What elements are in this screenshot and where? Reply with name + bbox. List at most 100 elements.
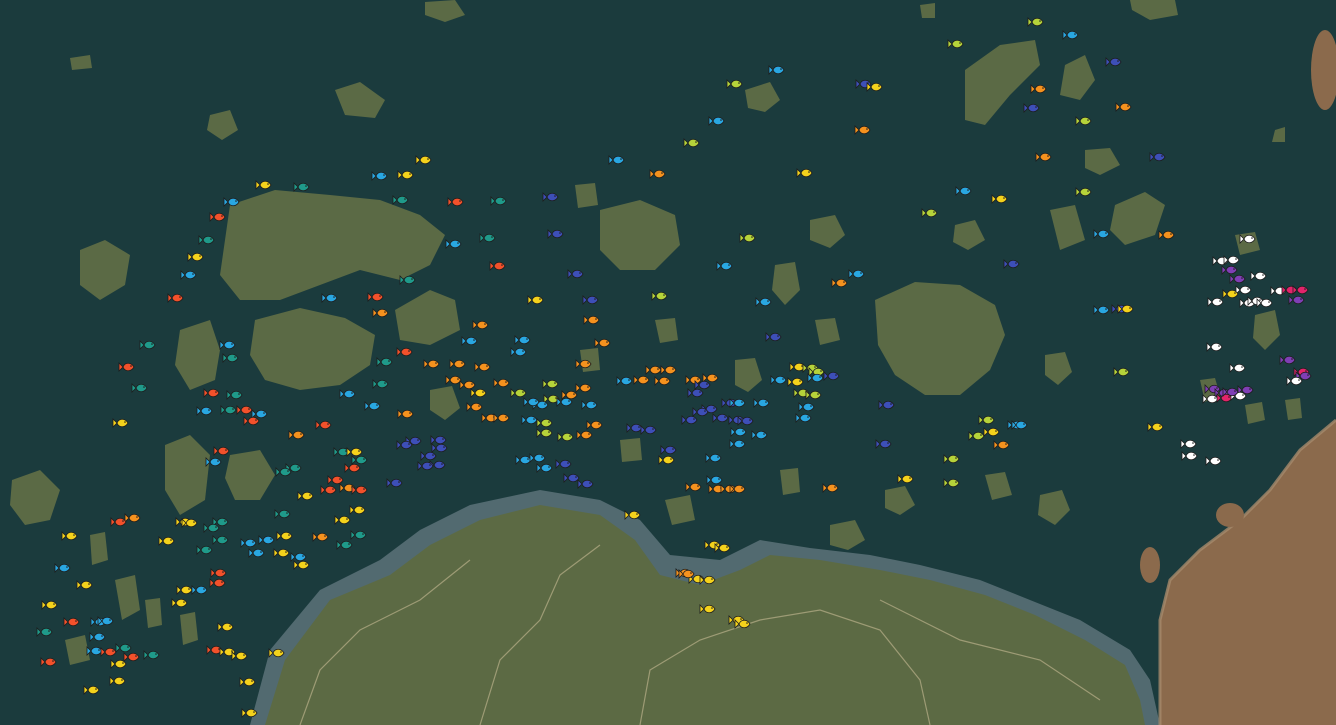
fishing-spot-marker[interactable] [822,483,839,493]
fishing-spot-marker[interactable] [739,233,756,243]
fishing-spot-marker[interactable] [649,169,666,179]
fishing-spot-marker[interactable] [274,509,291,519]
fishing-spot-marker[interactable] [640,425,657,435]
fishing-spot-marker[interactable] [1202,394,1219,404]
fishing-spot-marker[interactable] [1075,187,1092,197]
fishing-spot-marker[interactable] [753,398,770,408]
fishing-spot-marker[interactable] [293,182,310,192]
fishing-spot-marker[interactable] [351,455,368,465]
fishing-spot-marker[interactable] [392,195,409,205]
fishing-spot-marker[interactable] [521,415,538,425]
fishing-spot-marker[interactable] [523,397,540,407]
fishing-spot-marker[interactable] [576,430,593,440]
fishing-spot-marker[interactable] [430,435,447,445]
fishing-spot-marker[interactable] [275,467,292,477]
fishing-spot-marker[interactable] [493,378,510,388]
fishing-spot-marker[interactable] [510,347,527,357]
fishing-spot-marker[interactable] [40,657,57,667]
fishing-spot-marker[interactable] [755,297,772,307]
fishing-spot-marker[interactable] [1207,297,1224,307]
fishing-spot-marker[interactable] [350,530,367,540]
fishing-spot-marker[interactable] [705,453,722,463]
fishing-spot-marker[interactable] [787,377,804,387]
fishing-spot-marker[interactable] [397,409,414,419]
fishing-spot-marker[interactable] [258,535,275,545]
fishing-spot-marker[interactable] [1286,376,1303,386]
fishing-spot-marker[interactable] [848,269,865,279]
fishing-spot-marker[interactable] [1115,102,1132,112]
fishing-spot-marker[interactable] [209,212,226,222]
fishing-spot-marker[interactable] [367,292,384,302]
fishing-spot-marker[interactable] [83,685,100,695]
fishing-spot-marker[interactable] [191,585,208,595]
fishing-spot-marker[interactable] [290,552,307,562]
fishing-spot-marker[interactable] [943,478,960,488]
fishing-spot-marker[interactable] [1229,274,1246,284]
fishing-spot-marker[interactable] [1003,259,1020,269]
fishing-spot-marker[interactable] [651,291,668,301]
fishing-spot-marker[interactable] [542,192,559,202]
fishing-spot-marker[interactable] [236,405,253,415]
fishing-spot-marker[interactable] [875,439,892,449]
fishing-spot-marker[interactable] [222,353,239,363]
fishing-spot-marker[interactable] [76,580,93,590]
fishing-spot-marker[interactable] [1093,229,1110,239]
fishing-spot-marker[interactable] [751,430,768,440]
fishing-spot-marker[interactable] [346,447,363,457]
fishing-spot-marker[interactable] [1093,305,1110,315]
fishing-spot-marker[interactable] [415,155,432,165]
fishing-spot-marker[interactable] [854,125,871,135]
fishing-spot-marker[interactable] [798,402,815,412]
fishing-spot-marker[interactable] [445,239,462,249]
fishing-spot-marker[interactable] [112,418,129,428]
fishing-spot-marker[interactable] [510,388,527,398]
fishing-spot-marker[interactable] [187,252,204,262]
fishing-spot-marker[interactable] [198,235,215,245]
fishing-spot-marker[interactable] [567,269,584,279]
fishing-spot-marker[interactable] [321,293,338,303]
fishing-spot-marker[interactable] [212,535,229,545]
fishing-spot-marker[interactable] [514,335,531,345]
fishing-spot-marker[interactable] [417,461,434,471]
fishing-spot-marker[interactable] [431,443,448,453]
fishing-spot-marker[interactable] [293,560,310,570]
fishing-spot-marker[interactable] [217,622,234,632]
fishing-spot-marker[interactable] [654,376,671,386]
fishing-spot-marker[interactable] [1222,289,1239,299]
fishing-spot-marker[interactable] [685,375,702,385]
fishing-spot-marker[interactable] [115,643,132,653]
fishing-spot-marker[interactable] [991,194,1008,204]
fishing-spot-marker[interactable] [594,338,611,348]
fishing-spot-marker[interactable] [660,365,677,375]
fishing-spot-marker[interactable] [823,371,840,381]
fishing-spot-marker[interactable] [1235,285,1252,295]
fishing-spot-marker[interactable] [765,332,782,342]
fishing-spot-marker[interactable] [336,540,353,550]
fishing-spot-marker[interactable] [1288,295,1305,305]
fishing-spot-marker[interactable] [626,423,643,433]
fishing-spot-marker[interactable] [993,440,1010,450]
fishing-spot-marker[interactable] [660,445,677,455]
fishing-spot-marker[interactable] [459,380,476,390]
fishing-spot-marker[interactable] [730,427,747,437]
fishing-spot-marker[interactable] [110,659,127,669]
fishing-spot-marker[interactable] [248,548,265,558]
fishing-spot-marker[interactable] [527,295,544,305]
fishing-spot-marker[interactable] [312,532,329,542]
fishing-spot-marker[interactable] [1239,234,1256,244]
fishing-spot-marker[interactable] [423,359,440,369]
fishing-spot-marker[interactable] [123,652,140,662]
fishing-spot-marker[interactable] [1105,57,1122,67]
fishing-spot-marker[interactable] [472,320,489,330]
fishing-spot-marker[interactable] [489,261,506,271]
fishing-spot-marker[interactable] [61,531,78,541]
fishing-spot-marker[interactable] [196,545,213,555]
fishing-spot-marker[interactable] [243,416,260,426]
fishing-spot-marker[interactable] [447,197,464,207]
fishing-spot-marker[interactable] [575,383,592,393]
fishing-spot-marker[interactable] [581,400,598,410]
fishing-spot-marker[interactable] [396,347,413,357]
fishing-spot-marker[interactable] [633,375,650,385]
fishing-spot-marker[interactable] [118,362,135,372]
fishing-spot-marker[interactable] [420,451,437,461]
